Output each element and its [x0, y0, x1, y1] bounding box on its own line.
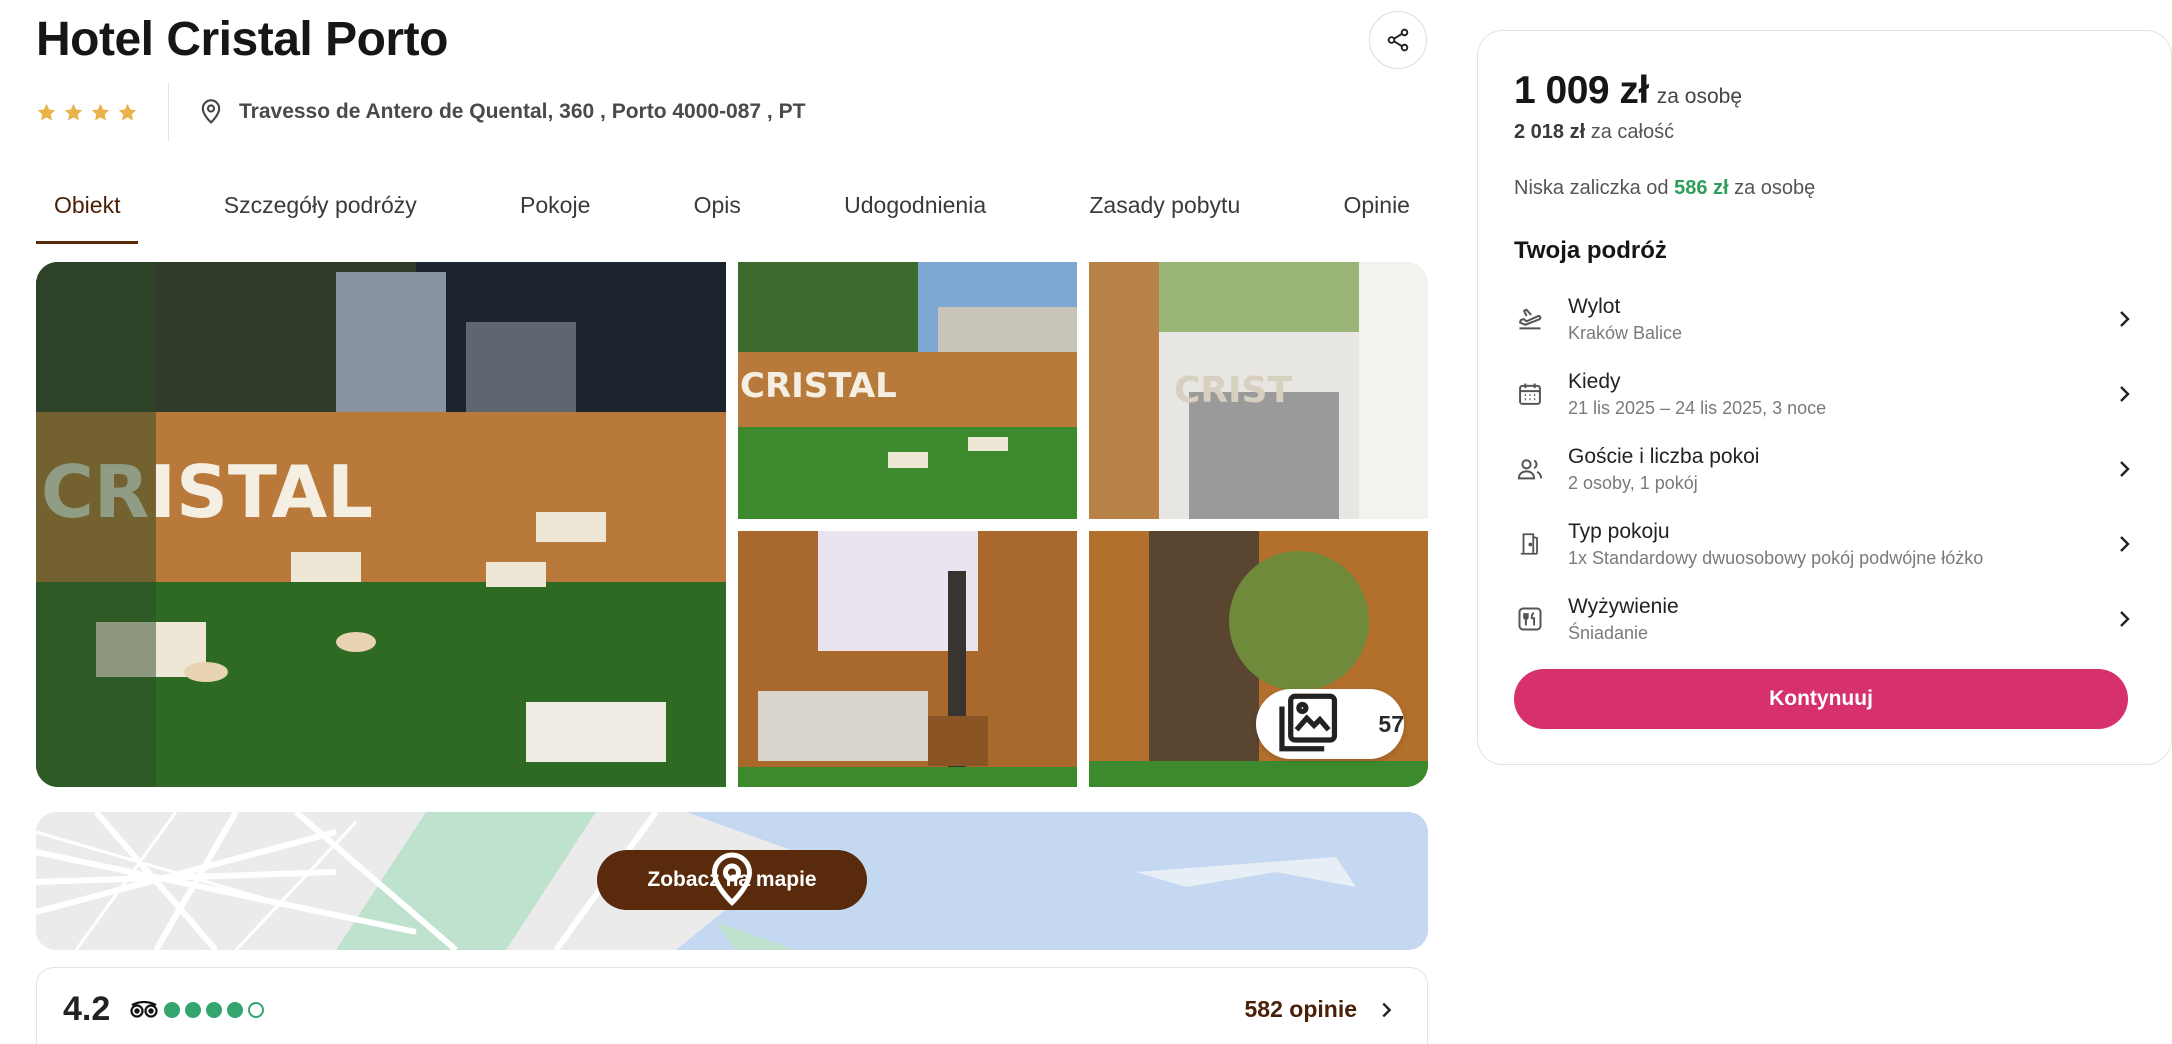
chevron-right-icon: [2120, 460, 2130, 477]
trip-item-value: Kraków Balice: [1568, 323, 1683, 344]
plane-departure-icon: [1518, 307, 1542, 329]
section-tabs: Obiekt Szczegóły podróży Pokoje Opis Udo…: [36, 180, 1428, 244]
door-icon: [1520, 532, 1538, 555]
share-button[interactable]: [1369, 11, 1427, 69]
rating-bubble-filled: [206, 1002, 222, 1018]
price-total-amount: 2 018 zł: [1514, 121, 1586, 143]
tab-udogodnienia[interactable]: Udogodnienia: [826, 180, 1004, 244]
hotel-name: Hotel Cristal Porto: [36, 13, 448, 66]
rating-bubble-filled: [227, 1002, 243, 1018]
trip-item-departure[interactable]: Wylot Kraków Balice: [1514, 281, 2136, 356]
hotel-subinfo: Travesso de Antero de Quental, 360 , Por…: [36, 82, 805, 142]
trip-section-title: Twoja podróż: [1514, 237, 1667, 264]
review-score: 4.2: [63, 990, 111, 1028]
photo-count: 57: [1378, 710, 1404, 737]
star-rating: [36, 82, 169, 142]
calendar-icon: [1519, 383, 1541, 405]
trip-item-value: 21 lis 2025 – 24 lis 2025, 3 noce: [1568, 398, 1827, 419]
trip-item-meals[interactable]: Wyżywienie Śniadanie: [1514, 581, 2136, 656]
price-total: 2 018 zł za całość: [1514, 121, 1674, 144]
trip-item-room-type[interactable]: Typ pokoju 1x Standardowy dwuosobowy pok…: [1514, 506, 2136, 581]
deposit-amount: 586 zł: [1674, 177, 1729, 199]
tab-zasady-pobytu[interactable]: Zasady pobytu: [1071, 180, 1258, 244]
reviews-summary: 4.2 582 opinie: [36, 967, 1428, 1044]
chevron-right-icon: [1382, 1002, 1392, 1017]
price-total-label: za całość: [1590, 121, 1675, 143]
star-icon: [91, 103, 110, 121]
svg-text:CRIST: CRIST: [1174, 370, 1292, 411]
tab-opinie[interactable]: Opinie: [1325, 180, 1427, 244]
star-icon: [64, 103, 83, 121]
rating-bubble-filled: [185, 1002, 201, 1018]
trip-item-label: Wylot: [1568, 294, 1621, 318]
trip-item-label: Wyżywienie: [1568, 594, 1679, 618]
reviews-count: 582 opinie: [1244, 996, 1357, 1022]
reviews-link[interactable]: 582 opinie: [1245, 996, 1397, 1023]
tab-obiekt[interactable]: Obiekt: [36, 180, 139, 244]
share-icon: [1387, 28, 1409, 52]
trip-details-list: Wylot Kraków Balice Kiedy 21 lis 2025 – …: [1514, 281, 2136, 656]
trip-item-label: Kiedy: [1568, 369, 1621, 393]
continue-button[interactable]: Kontynuuj: [1514, 669, 2128, 729]
utensils-icon: [1518, 607, 1542, 630]
tripadvisor-rating: [129, 1000, 264, 1020]
rating-bubble-empty: [248, 1002, 264, 1018]
tab-opis[interactable]: Opis: [676, 180, 759, 244]
trip-item-label: Typ pokoju: [1568, 519, 1670, 543]
gallery-photo-garden[interactable]: CRISTAL: [738, 262, 1077, 519]
all-photos-button[interactable]: 57: [1256, 689, 1404, 759]
trip-item-value: Śniadanie: [1568, 623, 1649, 644]
price-amount: 1 009 zł: [1514, 69, 1649, 112]
chevron-right-icon: [2120, 610, 2130, 627]
location-pin-icon: [201, 99, 221, 124]
booking-panel: 1 009 zł za osobę 2 018 zł za całość Nis…: [1477, 30, 2172, 765]
tripadvisor-owl-icon: [130, 1000, 158, 1018]
chevron-right-icon: [2120, 385, 2130, 402]
chevron-right-icon: [2120, 535, 2130, 552]
trip-item-value: 1x Standardowy dwuosobowy pokój podwójne…: [1568, 548, 1984, 569]
svg-text:CRISTAL: CRISTAL: [740, 366, 897, 406]
trip-item-guests[interactable]: Goście i liczba pokoi 2 osoby, 1 pokój: [1514, 431, 2136, 506]
location-pin-icon: [711, 852, 753, 906]
address-text: Travesso de Antero de Quental, 360 , Por…: [239, 100, 806, 123]
deposit-info: Niska zaliczka od 586 zł za osobę: [1514, 177, 1815, 200]
gallery-photo-lounge[interactable]: 57: [1089, 531, 1428, 787]
trip-item-value: 2 osoby, 1 pokój: [1568, 473, 1698, 494]
map-preview[interactable]: Zobacz na mapie: [36, 812, 1428, 950]
hotel-address[interactable]: Travesso de Antero de Quental, 360 , Por…: [197, 97, 805, 127]
deposit-prefix: Niska zaliczka od: [1514, 177, 1669, 199]
trip-item-dates[interactable]: Kiedy 21 lis 2025 – 24 lis 2025, 3 noce: [1514, 356, 2136, 431]
chevron-right-icon: [2120, 310, 2130, 327]
deposit-suffix: za osobę: [1734, 177, 1816, 199]
people-icon: [1517, 458, 1543, 479]
tab-szczegoly-podrozy[interactable]: Szczegóły podróży: [206, 180, 435, 244]
rating-bubble-filled: [164, 1002, 180, 1018]
photo-gallery: CRISTAL CRISTAL CRIST 57: [36, 262, 1428, 787]
gallery-photo-main[interactable]: CRISTAL: [36, 262, 726, 787]
show-on-map-button[interactable]: Zobacz na mapie: [597, 850, 867, 910]
photo-library-icon: [1279, 693, 1338, 752]
star-icon: [118, 103, 137, 121]
gallery-photo-entrance[interactable]: CRIST: [1089, 262, 1428, 519]
star-icon: [37, 103, 56, 121]
tab-pokoje[interactable]: Pokoje: [502, 180, 608, 244]
trip-item-label: Goście i liczba pokoi: [1568, 444, 1760, 468]
price-per-person: 1 009 zł za osobę: [1514, 69, 1742, 113]
gallery-photo-daybed[interactable]: [738, 531, 1077, 787]
price-per-label: za osobę: [1656, 85, 1743, 108]
